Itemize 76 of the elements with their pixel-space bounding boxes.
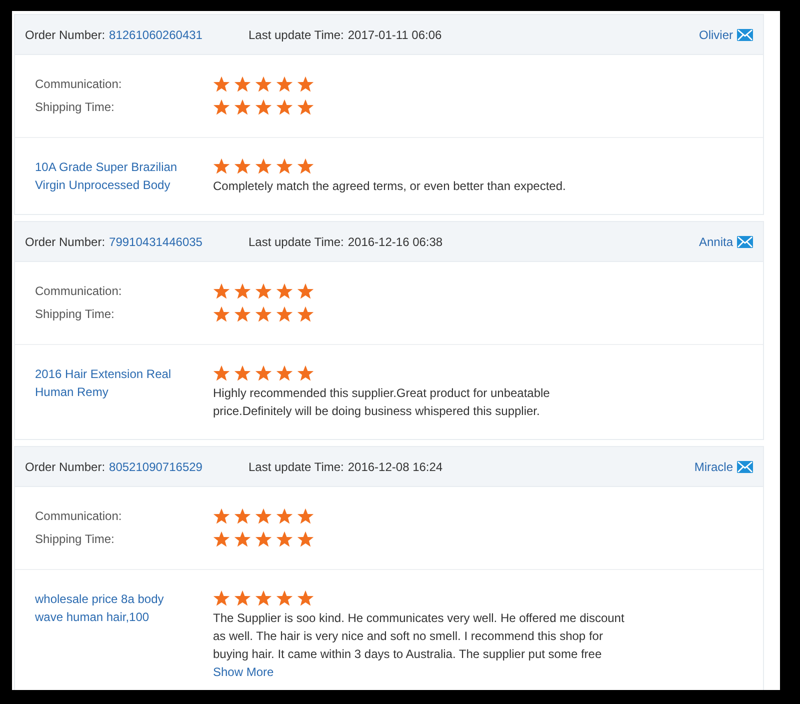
rating-label: Communication: [35,283,123,300]
star-icon [297,530,314,548]
star-icon [213,530,230,548]
star-icon [213,282,230,300]
star-icon [297,590,314,607]
star-icon [255,590,272,607]
star-icon [234,98,251,116]
star-icon [276,365,293,382]
envelope-icon[interactable] [737,28,753,40]
update-time-label: Last update Time: [248,26,344,44]
star-icon [276,530,293,548]
star-icon [234,158,251,175]
star-icon [276,76,293,92]
envelope-icon[interactable] [737,236,753,248]
feedback-text: The Supplier is soo kind. He communicates very well. He offered me discount as well. The hair is very nice and soft no smell. I recommend this shop for buying hair. It came within 3 days to Australia. The supplier put some free [213,610,626,663]
star-icon [213,590,230,607]
update-time-label: Last update Time: [248,234,344,250]
star-icon [297,508,314,524]
star-icon [234,306,251,322]
star-icon [297,98,314,116]
star-icon [297,158,314,175]
star-icon [255,98,272,116]
star-icon [213,158,230,175]
rating-label: Shipping Time: [35,306,116,323]
rating-label: Communication: [35,508,123,525]
update-time-label: Last update Time: [248,458,344,476]
feedback-text: Highly recommended this supplier.Great product for unbeatable price.Definitely will be doing business whispered this supplier. [213,385,551,420]
star-icon [234,365,251,382]
buyer-link[interactable]: Olivier [698,26,733,44]
order-number-label: Order Number: [25,458,106,476]
star-icon [276,508,293,524]
star-icon [234,282,251,300]
product-link[interactable]: wholesale price 8a body wave human hair,100 [35,590,185,626]
rating-label: Communication: [35,76,123,93]
star-icon [255,158,272,175]
star-icon [234,76,251,92]
star-icon [255,306,272,322]
rating-label: Shipping Time: [35,99,116,116]
star-icon [213,365,230,382]
star-icon [255,365,272,382]
order-number-label: Order Number: [25,234,106,250]
feedback-text: Completely match the agreed terms, or even better than expected. [213,178,567,195]
show-more-link[interactable]: Show More [213,665,274,679]
star-icon [255,76,272,92]
order-number-link[interactable]: 80521090716529 [109,458,202,476]
star-icon [255,530,272,548]
star-icon [213,98,230,116]
star-icon [213,508,230,524]
star-icon [234,590,251,607]
order-number-link[interactable]: 79910431446035 [109,232,202,250]
star-icon [297,365,314,382]
star-icon [234,508,251,524]
star-icon [213,306,230,322]
star-icon [234,530,251,548]
star-icon [276,590,293,607]
star-icon [276,306,293,322]
buyer-link[interactable]: Miracle [694,458,733,476]
star-icon [276,98,293,116]
product-link[interactable]: 10A Grade Super Brazilian Virgin Unprocessed Body [35,158,185,194]
star-icon [255,282,272,300]
update-time: 2017-01-11 06:06 [348,26,442,44]
order-number-link[interactable]: 81261060260431 [109,26,202,44]
order-number-label: Order Number: [25,26,106,44]
product-link[interactable]: 2016 Hair Extension Real Human Remy [35,365,185,401]
envelope-icon[interactable] [737,460,753,472]
star-icon [276,282,293,300]
star-icon [255,508,272,524]
update-time: 2016-12-08 16:24 [348,458,443,476]
update-time: 2016-12-16 06:38 [348,234,443,250]
star-icon [297,306,314,322]
star-icon [297,282,314,300]
star-icon [276,158,293,175]
buyer-link[interactable]: Annita [698,232,733,250]
rating-label: Shipping Time: [35,531,116,548]
star-icon [213,76,230,92]
star-icon [297,76,314,92]
